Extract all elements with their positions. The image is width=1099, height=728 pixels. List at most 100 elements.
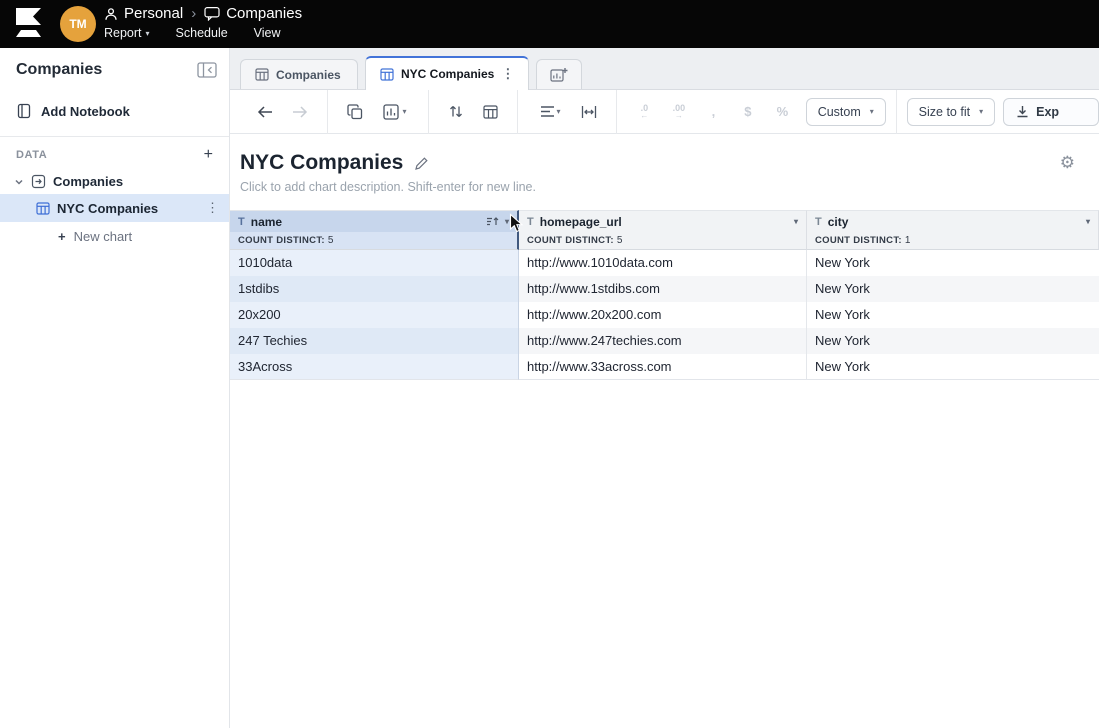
app-logo-icon[interactable]: [14, 7, 43, 45]
table-cell[interactable]: 1010data: [230, 250, 519, 276]
table-cell[interactable]: 1stdibs: [230, 276, 519, 302]
column-menu-icon[interactable]: ▾: [794, 217, 798, 226]
table-icon: [255, 68, 269, 81]
caret-down-icon: ▾: [146, 29, 150, 38]
column-header-name[interactable]: T name ▾: [230, 210, 519, 232]
gear-icon[interactable]: ⚙: [1060, 153, 1075, 173]
text-type-icon: T: [815, 216, 822, 228]
data-label: DATA: [16, 149, 47, 161]
sidebar-header: Companies: [0, 48, 229, 92]
kebab-menu-icon[interactable]: ⋮: [206, 200, 219, 216]
add-data-button[interactable]: +: [204, 149, 213, 161]
undo-back-button[interactable]: [252, 97, 279, 127]
tab-companies[interactable]: Companies: [240, 59, 358, 89]
divider: [517, 90, 518, 134]
person-icon: [104, 7, 118, 21]
notebook-icon: [16, 103, 32, 119]
divider: [327, 90, 328, 134]
menu-view[interactable]: View: [254, 26, 281, 40]
title-row: NYC Companies ⚙: [240, 149, 1099, 177]
main-area: Companies NYC Companies ⋮ ▾: [230, 48, 1099, 728]
column-stat-city: COUNT DISTINCT:1: [807, 232, 1099, 250]
breadcrumb: Personal › Companies: [104, 5, 302, 22]
custom-format-dropdown[interactable]: Custom ▾: [806, 98, 886, 126]
tab-strip: Companies NYC Companies ⋮: [230, 48, 1099, 90]
percent-format-button: %: [769, 97, 796, 127]
redo-forward-button[interactable]: [287, 97, 314, 127]
sidebar-title: Companies: [16, 61, 102, 79]
tab-nyc-companies[interactable]: NYC Companies ⋮: [365, 56, 529, 90]
text-type-icon: T: [238, 216, 245, 228]
table-cell[interactable]: New York: [807, 276, 1099, 302]
table-cell[interactable]: New York: [807, 328, 1099, 354]
menu-report[interactable]: Report ▾: [104, 26, 150, 40]
table-cell[interactable]: 247 Techies: [230, 328, 519, 354]
chevron-right-icon: ›: [189, 5, 198, 22]
caret-down-icon: ▾: [870, 107, 874, 116]
download-icon: [1016, 105, 1029, 118]
text-type-icon: T: [527, 216, 534, 228]
size-to-fit-dropdown[interactable]: Size to fit ▾: [907, 98, 995, 126]
breadcrumb-workspace[interactable]: Personal: [124, 5, 183, 22]
caret-down-icon: ▾: [557, 107, 561, 116]
table-cell[interactable]: http://www.20x200.com: [519, 302, 807, 328]
decrease-decimal-button: .0←: [631, 97, 658, 127]
new-chart-button[interactable]: + New chart: [0, 222, 229, 251]
fit-width-button[interactable]: [576, 97, 603, 127]
column-header-city[interactable]: T city ▾: [807, 210, 1099, 232]
table-cell[interactable]: http://www.247techies.com: [519, 328, 807, 354]
menu-bar: Report ▾ Schedule View: [104, 26, 281, 40]
chart-type-dropdown[interactable]: ▾: [376, 97, 413, 127]
divider: [428, 90, 429, 134]
new-chart-tab-button[interactable]: [536, 59, 582, 89]
menu-schedule[interactable]: Schedule: [176, 26, 228, 40]
table-cell[interactable]: http://www.1stdibs.com: [519, 276, 807, 302]
top-bar: TM Personal › Companies Report ▾ Schedul…: [0, 0, 1099, 48]
increase-decimal-button: .00→: [666, 97, 693, 127]
chevron-down-icon: [14, 177, 24, 187]
export-button[interactable]: Exp: [1003, 98, 1099, 126]
column-menu-icon[interactable]: ▾: [1086, 217, 1090, 226]
column-header-homepage-url[interactable]: T homepage_url ▾: [519, 210, 807, 232]
table-cell[interactable]: 20x200: [230, 302, 519, 328]
currency-format-button: $: [735, 97, 762, 127]
plus-icon: +: [58, 229, 66, 244]
table-icon: [380, 68, 394, 81]
column-stat-homepage-url: COUNT DISTINCT:5: [519, 232, 807, 250]
column-stat-name: COUNT DISTINCT:5: [230, 232, 519, 250]
data-section-header: DATA +: [0, 137, 229, 169]
comment-icon: [204, 6, 220, 21]
breadcrumb-item[interactable]: Companies: [226, 5, 302, 22]
table-cell[interactable]: http://www.33across.com: [519, 354, 807, 380]
table-cell[interactable]: New York: [807, 354, 1099, 380]
divider: [616, 90, 617, 134]
sidebar: Companies Add Notebook DATA + Companies …: [0, 48, 230, 728]
table-icon: [36, 202, 50, 215]
sidebar-item-nyc-companies[interactable]: NYC Companies ⋮: [0, 194, 229, 222]
collapse-sidebar-icon[interactable]: [197, 62, 217, 78]
new-chart-icon: [550, 67, 568, 82]
table-cell[interactable]: New York: [807, 302, 1099, 328]
add-notebook-button[interactable]: Add Notebook: [0, 92, 229, 130]
duplicate-icon[interactable]: [342, 97, 369, 127]
table-cell[interactable]: 33Across: [230, 354, 519, 380]
page-title[interactable]: NYC Companies: [240, 151, 403, 175]
tab-kebab-icon[interactable]: ⋮: [501, 66, 514, 82]
column-menu-icon[interactable]: ▾: [505, 217, 509, 226]
avatar[interactable]: TM: [60, 6, 96, 42]
divider: [896, 90, 897, 134]
sidebar-item-companies[interactable]: Companies: [0, 169, 229, 194]
comma-format-button: ,: [700, 97, 727, 127]
sort-asc-icon[interactable]: [486, 216, 499, 227]
sort-button[interactable]: [442, 97, 469, 127]
align-dropdown[interactable]: ▾: [532, 97, 567, 127]
edit-title-icon[interactable]: [414, 156, 429, 171]
toolbar: ▾ ▾ .0← .00→ , $ % Custom ▾: [230, 90, 1099, 134]
chart-description-placeholder[interactable]: Click to add chart description. Shift-en…: [240, 180, 1099, 197]
caret-down-icon: ▾: [979, 107, 983, 116]
data-table: T name ▾ T homepage_url ▾ T city ▾ COUNT…: [230, 210, 1099, 380]
caret-down-icon: ▾: [402, 107, 406, 116]
pivot-table-button[interactable]: [477, 97, 504, 127]
table-cell[interactable]: http://www.1010data.com: [519, 250, 807, 276]
table-cell[interactable]: New York: [807, 250, 1099, 276]
